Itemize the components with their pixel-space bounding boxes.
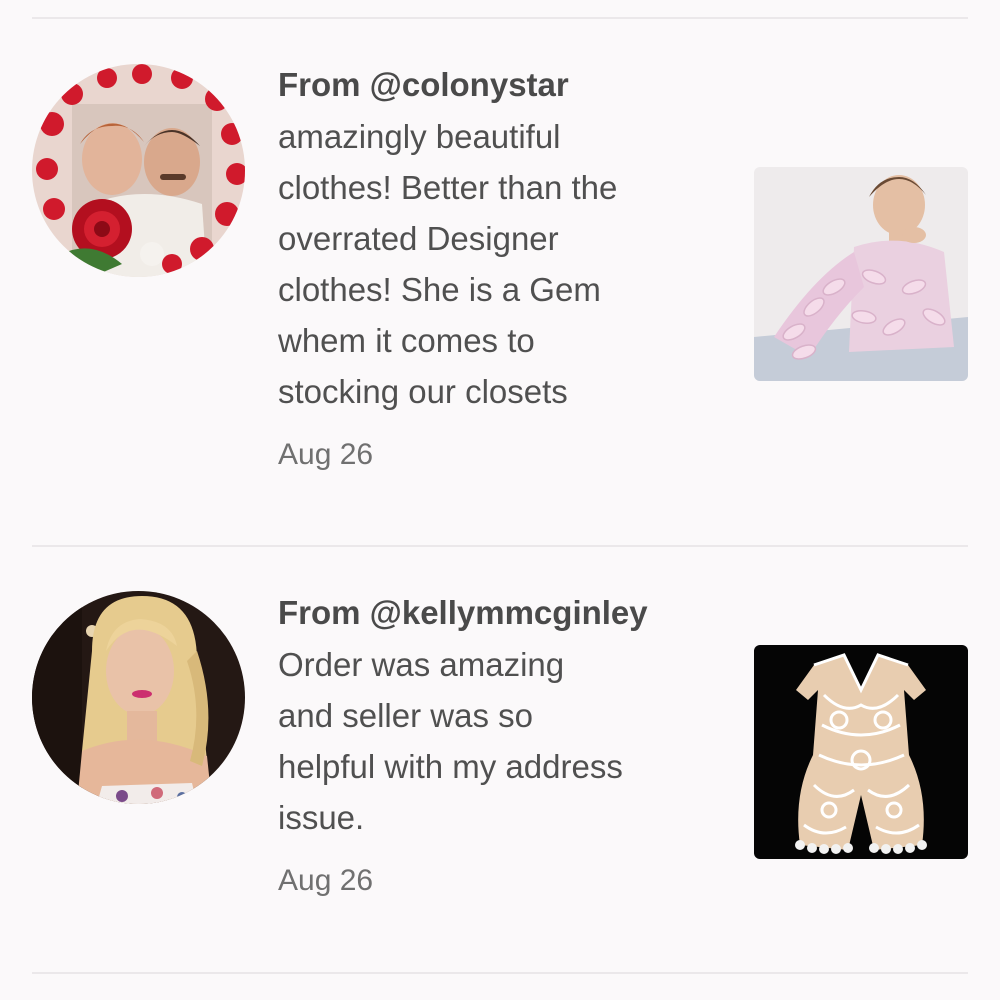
divider (32, 17, 968, 19)
review-text-line: stocking our closets (278, 373, 568, 410)
review-text: amazingly beautiful clothes! Better than… (278, 111, 718, 417)
divider (32, 972, 968, 974)
review-date: Aug 26 (278, 438, 374, 471)
avatar-photo-hearts (32, 64, 245, 277)
divider (32, 545, 968, 547)
reviewer-avatar[interactable] (32, 64, 245, 277)
review-text-line: overrated Designer (278, 220, 559, 257)
reviewer-handle[interactable]: From @kellymmcginley (278, 593, 718, 633)
product-photo-pink-blouse (754, 167, 968, 381)
review-text-line: and seller was so (278, 697, 533, 734)
review-text-line: issue. (278, 799, 365, 836)
product-photo-lace-romper (754, 645, 968, 859)
product-thumbnail[interactable] (754, 645, 968, 859)
review-text-line: clothes! Better than the (278, 169, 618, 206)
review-text-line: clothes! She is a Gem (278, 271, 601, 308)
review-text-line: amazingly beautiful (278, 118, 561, 155)
review-text-line: helpful with my address (278, 748, 623, 785)
reviewer-handle[interactable]: From @colonystar (278, 65, 718, 105)
avatar-photo-blonde-woman (32, 591, 245, 804)
reviews-feed: From @colonystar amazingly beautiful clo… (0, 0, 1000, 1000)
review-date: Aug 26 (278, 864, 374, 897)
review-text: Order was amazing and seller was so help… (278, 639, 718, 843)
review-text-line: whem it comes to (278, 322, 535, 359)
review-text-line: Order was amazing (278, 646, 565, 683)
review-content: From @kellymmcginley Order was amazing a… (278, 593, 718, 901)
reviewer-avatar[interactable] (32, 591, 245, 804)
review-content: From @colonystar amazingly beautiful clo… (278, 65, 718, 475)
product-thumbnail[interactable] (754, 167, 968, 381)
